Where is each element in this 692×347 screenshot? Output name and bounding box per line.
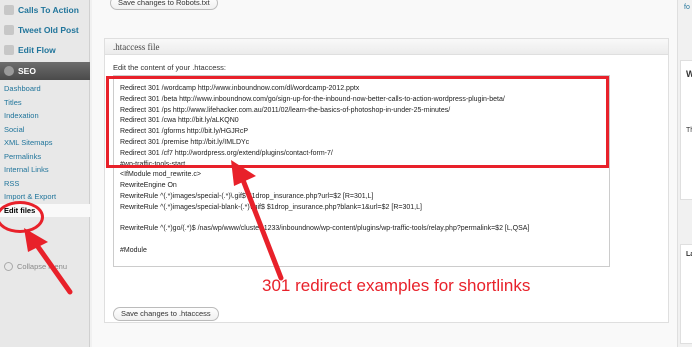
submenu-item-permalinks[interactable]: Permalinks xyxy=(0,150,90,164)
menu-item-calls-to-action[interactable]: Calls To Action xyxy=(0,0,90,20)
collapse-menu[interactable]: Collapse menu xyxy=(4,262,67,271)
collapse-label: Collapse menu xyxy=(17,262,68,271)
save-htaccess-button[interactable]: Save changes to .htaccess xyxy=(113,307,219,321)
code-line: RewriteRule ^(.*)go/(.*)$ /nas/wp/www/cl… xyxy=(120,225,530,233)
code-line: RewriteRule ^(.*)images/special-(.*)\.gi… xyxy=(120,192,374,200)
submenu-item-rss[interactable]: RSS xyxy=(0,177,90,191)
highlight-rectangle xyxy=(106,76,609,168)
panel-title: .htaccess file xyxy=(105,39,668,55)
submenu-item-internal-links[interactable]: Internal Links xyxy=(0,163,90,177)
collapse-icon xyxy=(4,262,13,271)
seo-submenu: Dashboard Titles Indexation Social XML S… xyxy=(0,82,90,217)
calls-to-action-icon xyxy=(4,5,14,15)
save-robots-button[interactable]: Save changes to Robots.txt xyxy=(110,0,218,10)
right-link-fragment[interactable]: fo xyxy=(684,4,690,11)
right-widget: W Th xyxy=(680,60,692,200)
code-line: #Module xyxy=(120,246,147,254)
widget-title-fragment: W xyxy=(686,69,692,79)
code-line: RewriteEngine On xyxy=(120,182,177,190)
code-line: <IfModule mod_rewrite.c> xyxy=(120,171,201,179)
menu-item-label: Edit Flow xyxy=(18,45,56,55)
htaccess-label: Edit the content of your .htaccess: xyxy=(113,63,226,72)
annotation-caption: 301 redirect examples for shortlinks xyxy=(262,276,531,295)
tweet-icon xyxy=(4,25,14,35)
submenu-item-social[interactable]: Social xyxy=(0,123,90,137)
menu-item-label: Tweet Old Post xyxy=(18,25,79,35)
edit-flow-icon xyxy=(4,45,14,55)
submenu-item-titles[interactable]: Titles xyxy=(0,96,90,110)
right-column: fo W Th La xyxy=(677,0,692,347)
widget-text-fragment: Th xyxy=(686,127,692,134)
plugin-menu: Calls To Action Tweet Old Post Edit Flow xyxy=(0,0,90,60)
seo-label: SEO xyxy=(18,66,36,76)
submenu-item-indexation[interactable]: Indexation xyxy=(0,109,90,123)
menu-item-seo[interactable]: SEO xyxy=(0,62,90,80)
widget-title-fragment: La xyxy=(686,251,692,258)
code-line: RewriteRule ^(.*)images/special-blank-(.… xyxy=(120,203,422,211)
submenu-item-xml-sitemaps[interactable]: XML Sitemaps xyxy=(0,136,90,150)
admin-sidebar: Calls To Action Tweet Old Post Edit Flow… xyxy=(0,0,90,347)
right-widget-latest: La xyxy=(680,244,692,344)
menu-item-tweet-old-post[interactable]: Tweet Old Post xyxy=(0,20,90,40)
seo-icon xyxy=(4,66,14,76)
menu-item-edit-flow[interactable]: Edit Flow xyxy=(0,40,90,60)
menu-item-label: Calls To Action xyxy=(18,5,79,15)
submenu-item-dashboard[interactable]: Dashboard xyxy=(0,82,90,96)
